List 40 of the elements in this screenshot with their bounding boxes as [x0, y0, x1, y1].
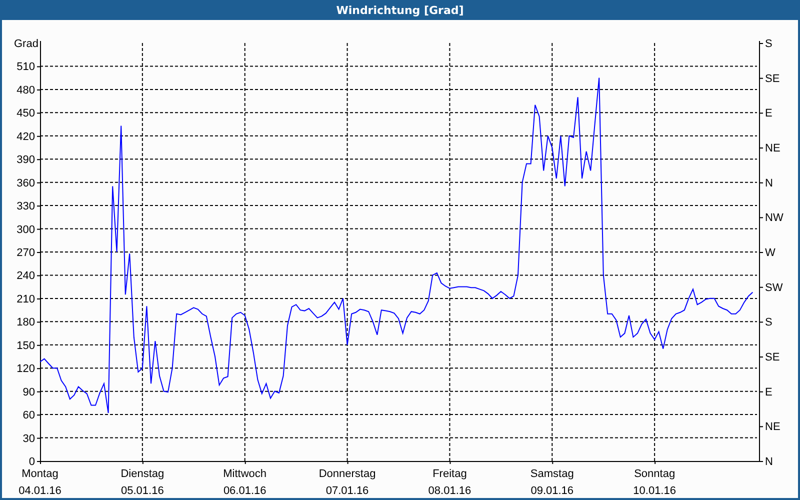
x-tick-label: Montag 04.01.16	[18, 468, 62, 497]
y-tick-label: 390	[16, 154, 35, 166]
compass-tick-label: NE	[765, 142, 780, 154]
compass-tick-label: E	[765, 108, 772, 120]
y-tick-label: 360	[16, 177, 35, 190]
x-tick-label: Dienstag 05.01.16	[120, 468, 164, 497]
compass-tick-label: N	[765, 177, 773, 190]
y-tick-label: 0	[28, 456, 35, 468]
y-tick-label: 120	[16, 363, 35, 376]
y-tick-label: 300	[16, 224, 35, 236]
x-tick-label: Donnerstag 07.01.16	[318, 468, 376, 497]
y-axis-title: Grad	[14, 38, 38, 50]
y-tick-label: 150	[16, 340, 35, 352]
compass-tick-label: SE	[765, 352, 780, 364]
compass-tick-label: N	[765, 456, 773, 468]
window-title: Windrichtung [Grad]	[336, 4, 464, 16]
compass-tick-label: W	[765, 247, 776, 259]
y-tick-label: 210	[16, 293, 35, 306]
y-tick-label: 240	[16, 270, 35, 282]
x-tick-label: Mittwoch 06.01.16	[223, 468, 267, 497]
y-tick-label: 180	[16, 316, 35, 329]
y-tick-label: 420	[16, 130, 35, 143]
y-tick-label: 510	[16, 61, 35, 74]
x-tick-label: Sonntag 10.01.16	[633, 468, 676, 497]
compass-tick-label: S	[765, 38, 772, 50]
y-tick-label: 30	[22, 432, 35, 445]
compass-tick-label: S	[765, 316, 772, 329]
y-tick-label: 270	[16, 247, 35, 259]
y-tick-label: 450	[16, 108, 35, 120]
y-tick-label: 330	[16, 200, 35, 213]
compass-tick-label: E	[765, 386, 772, 398]
compass-tick-label: NE	[765, 421, 780, 434]
y-tick-label: 90	[22, 386, 35, 398]
y-tick-label: 60	[22, 410, 35, 422]
compass-tick-label: NW	[765, 212, 784, 224]
y-tick-label: 480	[16, 84, 35, 96]
x-tick-label: Freitag 08.01.16	[428, 468, 472, 497]
x-tick-label: Samstag 09.01.16	[530, 468, 574, 497]
compass-tick-label: SE	[765, 72, 780, 85]
compass-tick-label: SW	[765, 282, 783, 294]
